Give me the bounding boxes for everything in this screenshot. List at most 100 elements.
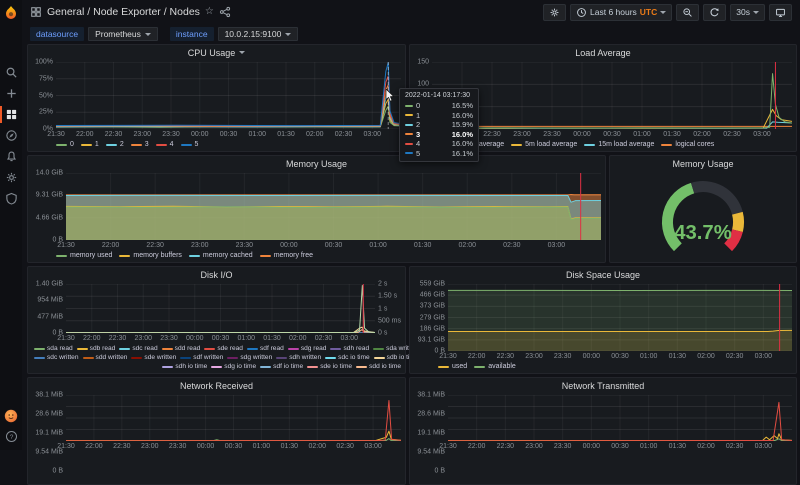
panel-title-load-average[interactable]: Load Average [410, 45, 796, 60]
create-plus-icon[interactable] [0, 83, 22, 104]
legend-item[interactable]: memory used [56, 251, 112, 260]
tooltip-series-label: 2 [416, 120, 421, 129]
tooltip-swatch [405, 123, 413, 126]
x-axis-tick: 22:30 [483, 131, 501, 138]
breadcrumb[interactable]: General / Node Exporter / Nodes [47, 6, 200, 18]
legend-label: sdc read [132, 345, 158, 352]
tooltip-series-value: 16.0% [451, 129, 473, 139]
legend-item[interactable]: 0 [56, 140, 74, 149]
x-axis-tick: 22:30 [104, 131, 123, 138]
dashboard-settings-button[interactable] [543, 3, 567, 21]
time-range-label: Last 6 hours [590, 7, 637, 17]
plot-area[interactable] [66, 395, 401, 441]
panel-title-memory-usage[interactable]: Memory Usage [28, 156, 605, 171]
alerting-bell-icon[interactable] [0, 146, 22, 167]
refresh-interval-dropdown[interactable]: 30s [730, 3, 765, 21]
explore-compass-icon[interactable] [0, 125, 22, 146]
legend-item[interactable]: sdh written [276, 353, 321, 362]
zoom-out-button[interactable] [676, 3, 700, 21]
legend-item[interactable]: sdg io time [211, 362, 256, 371]
panel-title-disk-space[interactable]: Disk Space Usage [410, 267, 796, 282]
legend-item[interactable]: memory buffers [119, 251, 182, 260]
instance-label: instance [169, 27, 214, 41]
legend-item[interactable]: 1 [80, 140, 99, 149]
datasource-select[interactable]: Prometheus [88, 27, 158, 41]
x-axis-tick: 01:30 [663, 131, 681, 138]
legend-label: available [488, 363, 516, 370]
legend-item[interactable]: 2 [105, 140, 124, 149]
legend-item[interactable]: available [474, 362, 516, 371]
panel-cpu-usage: CPU Usage 100% 75% 50% 25% 0% 21:30 22:00 22:30… [27, 44, 406, 152]
refresh-button[interactable] [703, 3, 727, 21]
legend-label: memory buffers [133, 252, 182, 259]
legend-item[interactable]: memory cached [188, 251, 253, 260]
y-axis-tick: 25% [38, 108, 53, 116]
timezone-label: UTC [639, 7, 658, 17]
grafana-logo[interactable] [0, 0, 22, 26]
legend-item[interactable]: sdg written [227, 353, 272, 362]
legend-item[interactable]: 5 [180, 140, 198, 149]
y-axis-tick: 38.1 MiB [35, 391, 63, 399]
legend-item[interactable]: sde read [204, 344, 243, 353]
panel-title-network-received[interactable]: Network Received [28, 378, 405, 393]
legend-swatch [287, 347, 299, 350]
legend-item[interactable]: sdh io time [162, 362, 207, 371]
legend-item[interactable]: sdb read [76, 344, 115, 353]
legend-item[interactable]: sdd written [82, 353, 127, 362]
user-avatar[interactable] [0, 405, 22, 426]
legend-item[interactable]: sdc io time [325, 353, 370, 362]
x-axis-tick: 21:30 [439, 443, 457, 450]
share-icon[interactable] [219, 6, 231, 18]
panel-title-network-transmitted[interactable]: Network Transmitted [410, 378, 796, 393]
legend-item[interactable]: sdc read [119, 344, 158, 353]
star-icon[interactable]: ☆ [205, 7, 214, 17]
plot-area[interactable] [432, 62, 792, 129]
legend-item[interactable]: sdf io time [260, 362, 303, 371]
y-axis-tick: 279 GiB [419, 314, 445, 321]
legend-item[interactable]: memory free [259, 251, 313, 260]
x-axis-tick: 23:00 [190, 242, 209, 249]
plot-area[interactable] [448, 284, 792, 351]
legend-item[interactable]: sda read [34, 344, 73, 353]
legend-item[interactable]: sdf written [180, 353, 223, 362]
y-axis-tick: 14.0 GiB [35, 169, 63, 177]
server-admin-shield-icon[interactable] [0, 188, 22, 209]
legend-item[interactable]: sdh read [330, 344, 369, 353]
legend-item[interactable]: sde written [131, 353, 176, 362]
legend-item[interactable]: 15m load average [584, 140, 654, 149]
legend-item[interactable]: 3 [130, 140, 149, 149]
help-icon[interactable]: ? [0, 426, 22, 447]
panel-title-memory-gauge[interactable]: Memory Usage [610, 156, 796, 171]
x-axis-tick: 22:00 [85, 443, 103, 450]
plot-area[interactable] [448, 395, 792, 441]
x-axis-tick: 00:00 [573, 131, 591, 138]
time-range-picker[interactable]: Last 6 hours UTC [570, 3, 673, 21]
panel-title-disk-io[interactable]: Disk I/O [28, 267, 405, 282]
legend-swatch [373, 347, 385, 350]
refresh-interval-label: 30s [736, 7, 750, 17]
x-axis-tick: 00:00 [196, 443, 215, 450]
dashboards-icon[interactable] [0, 104, 22, 125]
plot-area[interactable] [66, 173, 601, 240]
legend-item[interactable]: logical cores [661, 140, 714, 149]
panel-title-cpu-usage[interactable]: CPU Usage [28, 45, 405, 60]
legend-item[interactable]: sdg read [287, 344, 326, 353]
datasource-value: Prometheus [95, 29, 141, 39]
configuration-gear-icon[interactable] [0, 167, 22, 188]
plot-area[interactable] [66, 284, 375, 333]
legend-item[interactable]: sdd io time [356, 362, 401, 371]
instance-select[interactable]: 10.0.2.15:9100 [217, 27, 299, 41]
legend-label: 4 [169, 141, 174, 148]
plot-area[interactable] [56, 62, 401, 129]
legend-item[interactable]: sdf read [246, 344, 284, 353]
search-icon[interactable] [0, 62, 22, 83]
legend-item[interactable]: used [438, 362, 467, 371]
legend-item[interactable]: sdc written [34, 353, 79, 362]
legend-item[interactable]: sdd read [161, 344, 200, 353]
legend-item[interactable]: sde io time [307, 362, 352, 371]
legend-item[interactable]: 4 [155, 140, 174, 149]
legend-label: sdg io time [224, 363, 257, 370]
legend-item[interactable]: 5m load average [511, 140, 577, 149]
cpu-usage-graph: 100% 75% 50% 25% 0% 21:30 22:00 22:30 23:00 23:30… [28, 59, 405, 151]
cycle-view-button[interactable] [769, 3, 792, 21]
